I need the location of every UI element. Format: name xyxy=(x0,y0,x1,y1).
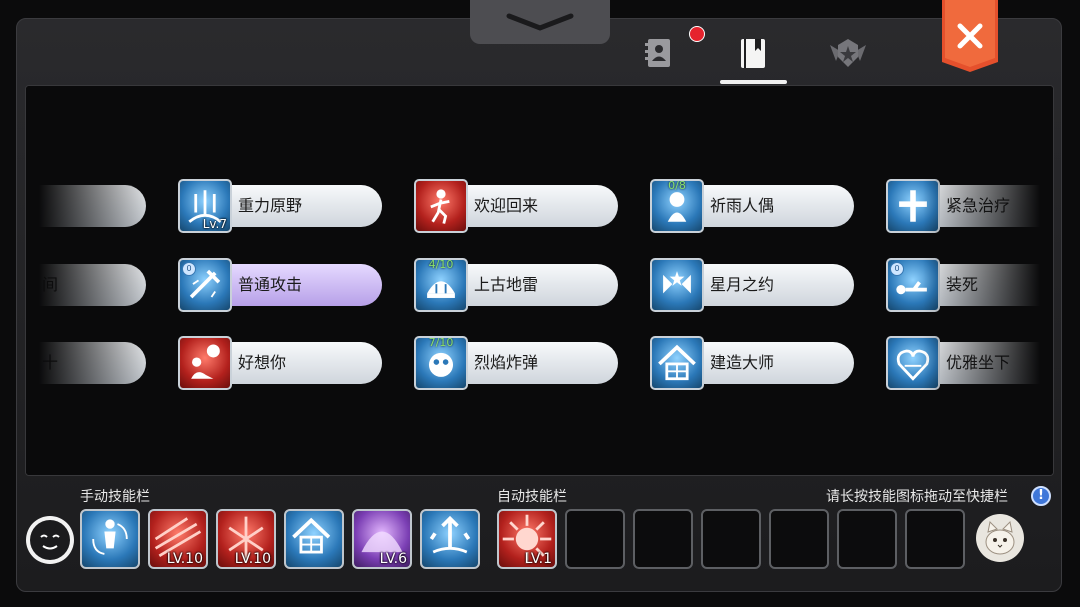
auto-empty-slot[interactable] xyxy=(837,509,897,569)
skill-label: 上古地雷 xyxy=(474,275,539,294)
skill-badge: 0 xyxy=(890,262,904,276)
miss-you-icon[interactable] xyxy=(178,336,232,390)
skill-label: 重力原野 xyxy=(238,196,303,215)
launch-arrows-icon xyxy=(422,511,478,567)
manual-slot[interactable]: LV.10 xyxy=(148,509,208,569)
auto-empty-slot[interactable] xyxy=(565,509,625,569)
skill-label: 优雅坐下 xyxy=(946,353,1011,372)
manual-bar-label: 手动技能栏 xyxy=(80,489,150,505)
skill-item-partial[interactable]: 十 xyxy=(26,342,146,384)
skill-label: 欢迎回来 xyxy=(474,196,539,215)
build-master-icon xyxy=(286,511,342,567)
skill-label: 建造大师 xyxy=(710,353,775,372)
collapse-tab[interactable] xyxy=(470,0,610,44)
play-dead-icon[interactable]: 0 xyxy=(886,258,940,312)
build-master-icon[interactable] xyxy=(650,336,704,390)
close-button[interactable] xyxy=(942,0,998,72)
auto-empty-slot[interactable] xyxy=(905,509,965,569)
welcome-back-icon[interactable] xyxy=(414,179,468,233)
contacts-icon xyxy=(645,39,670,67)
info-icon[interactable]: ! xyxy=(1031,486,1051,506)
skill-level: Lv.7 xyxy=(202,217,227,231)
skill-progress: 0/8 xyxy=(668,179,686,192)
tab-contacts[interactable] xyxy=(629,28,689,78)
close-icon xyxy=(942,0,998,72)
skill-list-panel: 重力原野 Lv.7 欢迎回来 祈雨人偶 0/8 紧急治疗普通攻击 0 上古地雷 4/10 星月之约… xyxy=(25,85,1054,476)
emergency-heal-icon[interactable] xyxy=(886,179,940,233)
skill-label: 间 xyxy=(42,275,59,294)
auto-empty-slot[interactable] xyxy=(633,509,693,569)
skill-progress: 7/10 xyxy=(428,336,454,349)
skill-progress: 4/10 xyxy=(428,258,454,271)
auto-empty-slot[interactable] xyxy=(769,509,829,569)
rotate-person-icon xyxy=(82,511,138,567)
left-avatar-button[interactable] xyxy=(26,516,74,564)
manual-slot[interactable]: LV.6 xyxy=(352,509,412,569)
auto-slot[interactable]: LV.1 xyxy=(497,509,557,569)
right-avatar-button[interactable] xyxy=(976,514,1024,562)
star-moon-icon[interactable] xyxy=(650,258,704,312)
dark-cat-icon xyxy=(30,520,70,560)
skill-label: 十 xyxy=(42,353,59,372)
slot-level: LV.6 xyxy=(379,551,407,567)
notification-dot xyxy=(689,26,705,42)
tab-emblem[interactable] xyxy=(818,28,878,78)
gravity-field-icon[interactable]: Lv.7 xyxy=(178,179,232,233)
auto-bar-label: 自动技能栏 xyxy=(497,489,567,505)
manual-slot[interactable] xyxy=(420,509,480,569)
skill-item-partial[interactable]: 间 xyxy=(26,264,146,306)
chevron-down-icon xyxy=(506,13,574,31)
skill-label: 星月之约 xyxy=(710,275,775,294)
slot-level: LV.10 xyxy=(166,551,203,567)
rain-doll-icon[interactable]: 0/8 xyxy=(650,179,704,233)
skill-label: 祈雨人偶 xyxy=(710,196,775,215)
skill-label: 装死 xyxy=(946,275,979,294)
slot-level: LV.10 xyxy=(234,551,271,567)
slot-level: LV.1 xyxy=(524,551,552,567)
skill-label: 好想你 xyxy=(238,353,287,372)
skill-label: 普通攻击 xyxy=(238,275,303,294)
white-cat-icon xyxy=(985,520,1015,555)
manual-slot[interactable]: LV.10 xyxy=(216,509,276,569)
book-icon xyxy=(741,39,765,68)
manual-slot[interactable] xyxy=(80,509,140,569)
tab-underline xyxy=(720,80,787,84)
ancient-mine-icon[interactable]: 4/10 xyxy=(414,258,468,312)
drag-hint: 请长按技能图标拖动至快捷栏 xyxy=(826,489,1008,505)
flame-bomb-icon[interactable]: 7/10 xyxy=(414,336,468,390)
auto-empty-slot[interactable] xyxy=(701,509,761,569)
normal-attack-icon[interactable]: 0 xyxy=(178,258,232,312)
skill-label: 烈焰炸弹 xyxy=(474,353,539,372)
tab-skill-book[interactable] xyxy=(723,28,783,78)
elegant-sit-icon[interactable] xyxy=(886,336,940,390)
manual-slot[interactable] xyxy=(284,509,344,569)
skill-label: 紧急治疗 xyxy=(946,196,1011,215)
skill-badge: 0 xyxy=(182,262,196,276)
skill-item-partial[interactable] xyxy=(26,185,146,227)
emblem-icon xyxy=(830,39,866,67)
